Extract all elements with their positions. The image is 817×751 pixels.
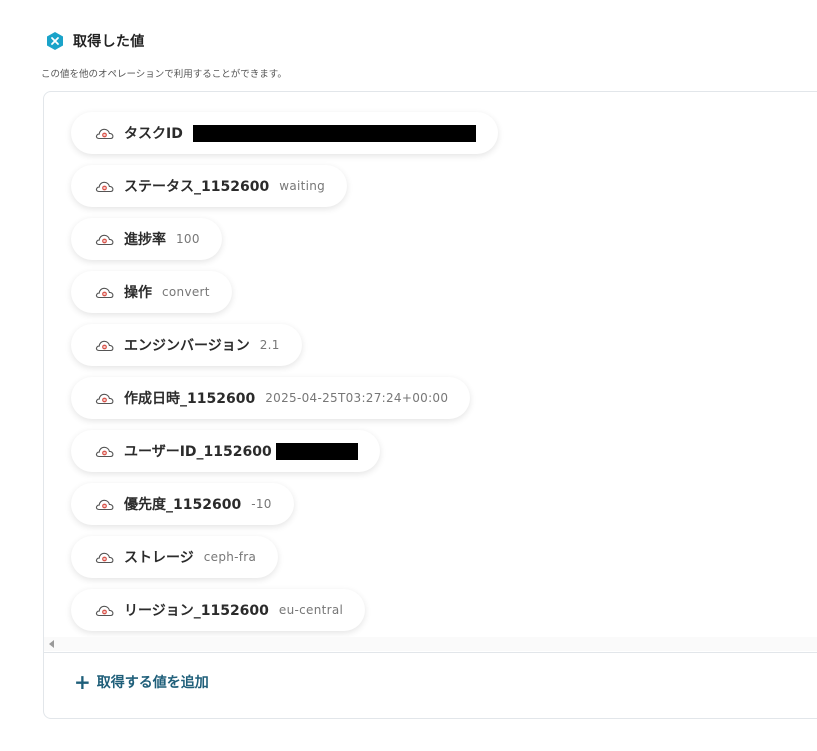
value-item-label: 優先度_1152600 bbox=[124, 497, 242, 513]
value-item-operation[interactable]: 操作 convert bbox=[71, 271, 232, 313]
redacted-value bbox=[192, 124, 476, 142]
value-item-task-id[interactable]: タスクID bbox=[71, 112, 498, 154]
add-value-label: 取得する値を追加 bbox=[96, 675, 209, 691]
divider bbox=[44, 652, 817, 653]
cloud-icon bbox=[95, 550, 114, 564]
cloud-icon bbox=[95, 179, 114, 193]
values-panel: タスクID ステータス_1152600 waiting 進捗率 100 操作 c… bbox=[43, 91, 817, 719]
value-item-status[interactable]: ステータス_1152600 waiting bbox=[71, 165, 348, 207]
value-item-label: エンジンバージョン bbox=[124, 338, 250, 354]
value-item-value: 100 bbox=[176, 232, 200, 246]
cloud-icon bbox=[95, 497, 114, 511]
value-item-created-at[interactable]: 作成日時_1152600 2025-04-25T03:27:24+00:00 bbox=[71, 377, 471, 419]
value-item-label: ストレージ bbox=[124, 550, 194, 566]
value-item-value: 2.1 bbox=[259, 338, 280, 352]
value-item-label: 操作 bbox=[124, 285, 152, 301]
value-item-engine-version[interactable]: エンジンバージョン 2.1 bbox=[71, 324, 302, 366]
cloud-icon bbox=[95, 338, 114, 352]
cloud-icon bbox=[95, 603, 114, 617]
value-item-label: タスクID bbox=[124, 126, 183, 142]
value-item-progress[interactable]: 進捗率 100 bbox=[71, 218, 222, 260]
value-item-storage[interactable]: ストレージ ceph-fra bbox=[71, 536, 279, 578]
values-list: タスクID ステータス_1152600 waiting 進捗率 100 操作 c… bbox=[44, 92, 817, 638]
cloud-icon bbox=[95, 285, 114, 299]
plus-icon: + bbox=[74, 670, 91, 694]
value-item-label: 進捗率 bbox=[124, 232, 166, 248]
redacted-value bbox=[275, 442, 358, 460]
value-item-label: リージョン_1152600 bbox=[124, 603, 269, 619]
value-item-label: ユーザーID_1152600 bbox=[124, 444, 272, 460]
value-item-label: ステータス_1152600 bbox=[124, 179, 270, 195]
value-item-value: convert bbox=[162, 285, 210, 299]
value-item-value: ceph-fra bbox=[203, 550, 257, 564]
section-description: この値を他のオペレーションで利用することができます。 bbox=[41, 69, 287, 80]
cloud-icon bbox=[95, 444, 114, 458]
horizontal-scrollbar[interactable] bbox=[44, 637, 817, 651]
value-item-label: 作成日時_1152600 bbox=[124, 391, 256, 407]
value-item-value: -10 bbox=[251, 497, 272, 511]
value-item-user-id[interactable]: ユーザーID_1152600 bbox=[71, 430, 380, 472]
x-close-icon bbox=[45, 31, 65, 51]
section-title: 取得した値 bbox=[73, 34, 145, 50]
value-item-value: eu-central bbox=[278, 603, 344, 617]
value-item-priority[interactable]: 優先度_1152600 -10 bbox=[71, 483, 294, 525]
section-header: 取得した値 bbox=[45, 31, 145, 51]
cloud-icon bbox=[95, 126, 114, 140]
cloud-icon bbox=[95, 232, 114, 246]
cloud-icon bbox=[95, 391, 114, 405]
scroll-left-arrow-icon[interactable] bbox=[49, 640, 54, 648]
value-item-value: waiting bbox=[279, 179, 326, 193]
add-value-button[interactable]: + 取得する値を追加 bbox=[74, 672, 209, 692]
value-item-region[interactable]: リージョン_1152600 eu-central bbox=[71, 589, 366, 631]
value-item-value: 2025-04-25T03:27:24+00:00 bbox=[265, 391, 449, 405]
